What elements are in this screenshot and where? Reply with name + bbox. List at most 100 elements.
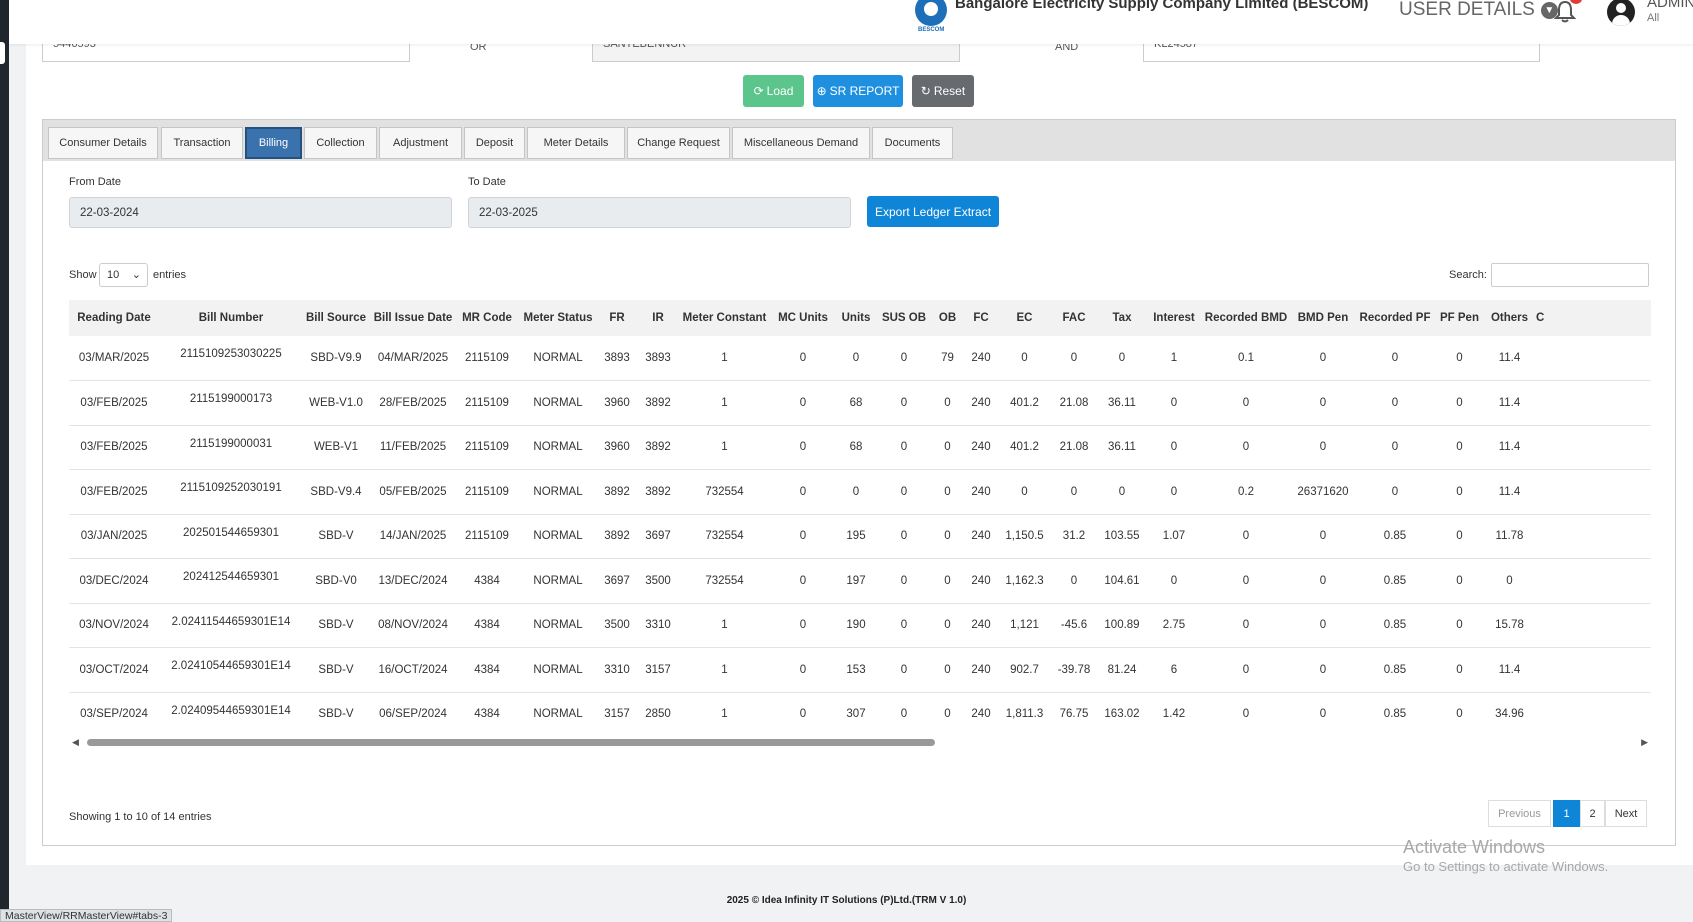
table-cell: 05/FEB/2025 — [369, 469, 457, 515]
tab-billing[interactable]: Billing — [245, 127, 302, 159]
user-account[interactable]: ADMIN All — [1647, 0, 1693, 25]
tab-meter-details[interactable]: Meter Details — [527, 127, 625, 159]
table-cell: 0 — [1432, 647, 1487, 693]
scrollbar-thumb[interactable] — [87, 739, 935, 746]
table-cell: 68 — [838, 380, 874, 426]
search-input[interactable] — [1491, 263, 1649, 287]
from-date-input[interactable]: 22-03-2024 — [69, 197, 452, 228]
column-header[interactable]: EC — [1001, 300, 1048, 336]
table-cell: 3892 — [599, 514, 635, 559]
horizontal-scrollbar[interactable]: ◀ ▶ — [69, 735, 1651, 749]
column-header[interactable]: MR Code — [457, 300, 517, 336]
table-cell: 0.85 — [1358, 603, 1432, 648]
table-cell: 0 — [1204, 380, 1288, 426]
table-cell: 11.4 — [1487, 336, 1532, 381]
table-cell: 0 — [768, 425, 838, 470]
tab-transaction[interactable]: Transaction — [161, 127, 243, 159]
table-cell: 0 — [1432, 558, 1487, 604]
column-header[interactable]: FC — [961, 300, 1001, 336]
table-cell: 153 — [838, 647, 874, 693]
table-cell: 2850 — [635, 692, 681, 734]
avatar[interactable] — [1607, 0, 1635, 26]
sidebar-toggle-handle[interactable] — [0, 42, 5, 64]
column-header[interactable]: SUS OB — [874, 300, 934, 336]
pagination-next[interactable]: Next — [1605, 800, 1647, 827]
column-header[interactable]: Bill Issue Date — [369, 300, 457, 336]
column-header[interactable]: C — [1532, 300, 1651, 336]
left-edge-bar — [0, 0, 9, 922]
table-cell: 6 — [1144, 647, 1204, 693]
pagination-previous[interactable]: Previous — [1488, 800, 1551, 827]
table-cell: 0 — [934, 469, 961, 515]
user-details-menu[interactable]: USER DETAILS ▼ — [1399, 0, 1558, 21]
column-header[interactable]: Recorded BMD — [1204, 300, 1288, 336]
table-cell: 11.4 — [1487, 647, 1532, 693]
column-header[interactable]: FAC — [1048, 300, 1100, 336]
column-header[interactable]: Interest — [1144, 300, 1204, 336]
table-cell: 0.2 — [1204, 469, 1288, 515]
table-cell: 06/SEP/2024 — [369, 692, 457, 734]
table-cell: 732554 — [681, 558, 768, 604]
pagination-page-2[interactable]: 2 — [1580, 800, 1605, 827]
table-cell: 1,811.3 — [1001, 692, 1048, 734]
table-cell: NORMAL — [517, 692, 599, 734]
scroll-left-icon[interactable]: ◀ — [72, 737, 79, 748]
notification-bell-icon[interactable] — [1553, 0, 1582, 24]
table-cell: 197 — [838, 558, 874, 604]
page-length-select[interactable]: 10 ⌄ — [99, 263, 148, 287]
column-header[interactable]: Units — [838, 300, 874, 336]
table-cell: 81.24 — [1100, 647, 1144, 693]
tab-consumer-details[interactable]: Consumer Details — [48, 127, 158, 159]
tab-deposit[interactable]: Deposit — [464, 127, 525, 159]
tab-miscellaneous-demand[interactable]: Miscellaneous Demand — [732, 127, 870, 159]
to-date-input[interactable]: 22-03-2025 — [468, 197, 851, 228]
table-cell: 0.85 — [1358, 558, 1432, 604]
table-cell: NORMAL — [517, 380, 599, 426]
table-cell: 03/FEB/2025 — [69, 469, 159, 515]
column-header[interactable]: Recorded PF — [1358, 300, 1432, 336]
table-cell: -45.6 — [1048, 603, 1100, 648]
column-header[interactable]: MC Units — [768, 300, 838, 336]
tab-documents[interactable]: Documents — [872, 127, 953, 159]
table-cell: 0 — [838, 336, 874, 381]
table-cell: 0 — [1144, 558, 1204, 604]
tab-adjustment[interactable]: Adjustment — [379, 127, 462, 159]
column-header[interactable]: FR — [599, 300, 635, 336]
scroll-right-icon[interactable]: ▶ — [1641, 737, 1648, 748]
table-row: 03/MAR/2025 2115109253030225 SBD-V9.9 04/MA… — [69, 336, 1651, 381]
reset-button[interactable]: ↻ Reset — [912, 75, 974, 107]
table-cell: 0 — [934, 425, 961, 470]
tab-change-request[interactable]: Change Request — [627, 127, 730, 159]
table-cell: 4384 — [457, 603, 517, 648]
column-header[interactable]: Tax — [1100, 300, 1144, 336]
table-cell: SBD-V0 — [303, 558, 369, 604]
column-header[interactable]: Meter Status — [517, 300, 599, 336]
table-cell: 0 — [874, 647, 934, 693]
column-header[interactable]: BMD Pen — [1288, 300, 1358, 336]
table-cell: 0 — [934, 603, 961, 648]
export-ledger-button[interactable]: Export Ledger Extract — [867, 196, 999, 227]
sr-report-button[interactable]: ⊕ SR REPORT — [813, 75, 903, 107]
column-header[interactable]: Reading Date — [69, 300, 159, 336]
column-header[interactable]: IR — [635, 300, 681, 336]
table-cell — [1532, 692, 1651, 734]
table-cell: 0 — [768, 558, 838, 604]
column-header[interactable]: Meter Constant — [681, 300, 768, 336]
tab-collection[interactable]: Collection — [304, 127, 377, 159]
column-header[interactable]: PF Pen — [1432, 300, 1487, 336]
table-cell: 0 — [1288, 425, 1358, 470]
column-header[interactable]: Bill Source — [303, 300, 369, 336]
table-cell: SBD-V — [303, 514, 369, 559]
table-cell: 0 — [768, 692, 838, 734]
column-header[interactable]: OB — [934, 300, 961, 336]
table-cell: 0 — [874, 558, 934, 604]
pagination-page-1[interactable]: 1 — [1553, 800, 1580, 827]
load-button[interactable]: ⟳ Load — [743, 75, 804, 107]
table-cell: 0 — [768, 603, 838, 648]
table-row: 03/DEC/2024 202412544659301 SBD-V0 13/DEC/2… — [69, 558, 1651, 604]
column-header[interactable]: Others — [1487, 300, 1532, 336]
table-row: 03/FEB/2025 2115199000031 WEB-V1 11/FEB/202… — [69, 425, 1651, 470]
column-header[interactable]: Bill Number — [159, 300, 303, 336]
table-cell: 0 — [1288, 603, 1358, 648]
table-cell: 0 — [768, 336, 838, 381]
